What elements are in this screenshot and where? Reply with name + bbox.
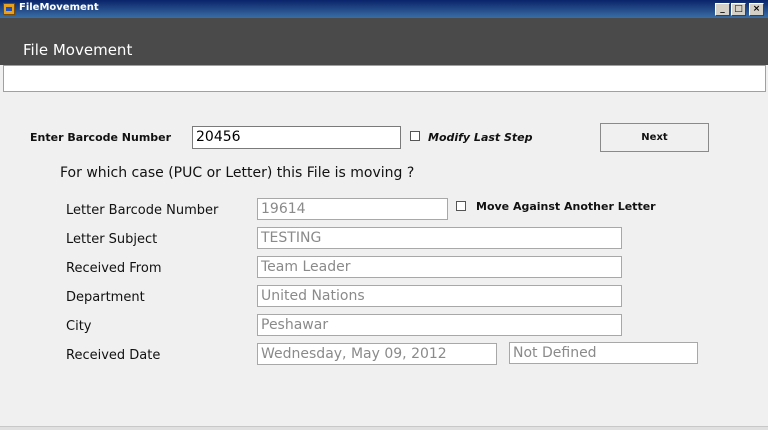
minimize-button[interactable]: _ [715, 3, 730, 16]
letter-subject-input[interactable]: TESTING [257, 227, 622, 249]
case-question: For which case (PUC or Letter) this File… [60, 165, 415, 181]
barcode-label: Enter Barcode Number [30, 131, 172, 144]
received-date-extra-input[interactable]: Not Defined [509, 342, 698, 364]
modify-last-step-checkbox[interactable] [410, 131, 420, 141]
close-button[interactable]: × [749, 3, 764, 16]
received-from-label: Received From [66, 261, 162, 276]
page-title: File Movement [23, 41, 133, 59]
letter-barcode-input[interactable]: 19614 [257, 198, 448, 220]
letter-subject-label: Letter Subject [66, 232, 158, 247]
city-label: City [66, 319, 92, 334]
app-icon [3, 3, 15, 15]
maximize-button[interactable]: □ [731, 3, 746, 16]
window-bottom-edge [0, 426, 768, 430]
window-titlebar: FileMovement _ □ × [0, 0, 768, 18]
letter-barcode-label: Letter Barcode Number [66, 203, 219, 218]
city-input[interactable]: Peshawar [257, 314, 622, 336]
move-against-label: Move Against Another Letter [476, 200, 656, 213]
modify-last-step-label: Modify Last Step [428, 131, 533, 144]
received-from-input[interactable]: Team Leader [257, 256, 622, 278]
barcode-input[interactable]: 20456 [192, 126, 401, 149]
message-strip [3, 65, 766, 92]
page-header: File Movement [0, 18, 768, 65]
received-date-label: Received Date [66, 348, 161, 363]
received-date-input[interactable]: Wednesday, May 09, 2012 [257, 343, 497, 365]
move-against-checkbox[interactable] [456, 201, 466, 211]
department-label: Department [66, 290, 145, 305]
department-input[interactable]: United Nations [257, 285, 622, 307]
next-button[interactable]: Next [600, 123, 709, 152]
window-title: FileMovement [19, 2, 99, 13]
